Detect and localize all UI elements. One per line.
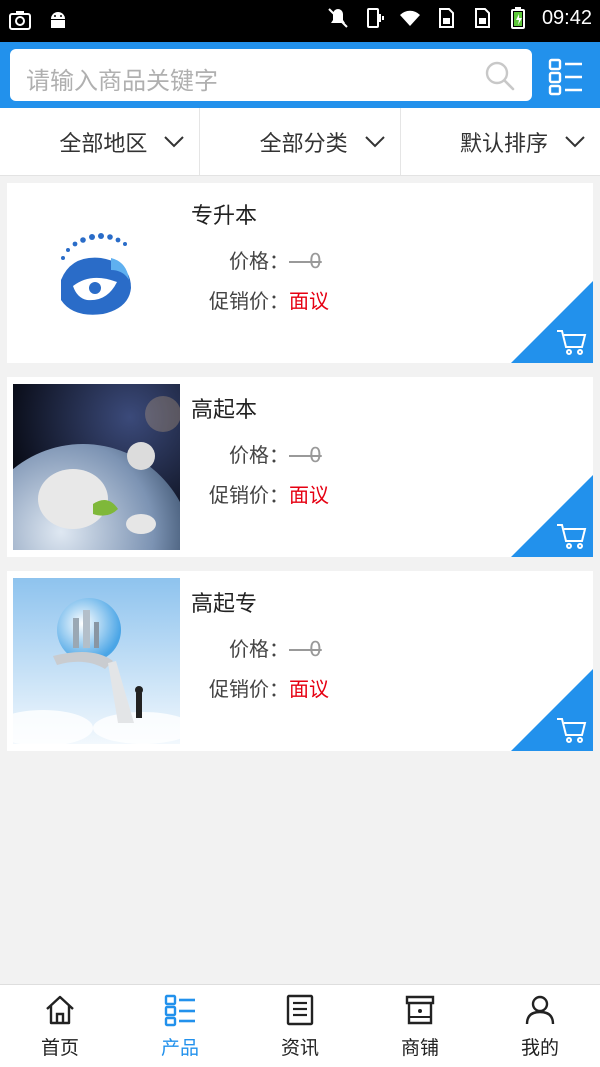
filter-category[interactable]: 全部分类 xyxy=(200,108,401,175)
product-image xyxy=(13,384,180,550)
android-icon xyxy=(51,12,65,28)
chevron-down-icon xyxy=(565,135,585,147)
price-label: 价格： xyxy=(229,443,289,467)
price-value: —0 xyxy=(289,637,322,661)
top-bar: 请输入商品关键字 xyxy=(0,42,600,108)
news-icon xyxy=(286,994,314,1026)
category-menu-icon[interactable] xyxy=(546,56,586,96)
price-value: —0 xyxy=(289,443,322,467)
sim1-icon xyxy=(438,8,454,28)
user-icon xyxy=(525,995,555,1025)
nav-label: 我的 xyxy=(520,1037,559,1059)
nav-profile[interactable]: 我的 xyxy=(480,985,600,1067)
nav-label: 资讯 xyxy=(280,1037,319,1059)
product-promo-price: 促销价：面议 xyxy=(209,285,329,314)
product-list-icon xyxy=(164,994,195,1027)
product-price: 价格：—0 xyxy=(229,633,322,662)
product-title: 专升本 xyxy=(191,204,258,229)
price-label: 价格： xyxy=(229,637,289,661)
sim2-icon xyxy=(474,8,490,28)
nav-news[interactable]: 资讯 xyxy=(240,985,360,1067)
filter-label: 默认排序 xyxy=(459,131,548,157)
nav-label: 首页 xyxy=(40,1037,79,1059)
product-logo-image xyxy=(13,190,180,356)
product-price: 价格：—0 xyxy=(229,245,322,274)
clock: 09:42 xyxy=(541,6,592,29)
product-title: 高起专 xyxy=(191,592,258,617)
price-label: 价格： xyxy=(229,249,289,273)
add-to-cart-button[interactable] xyxy=(511,475,593,557)
filter-label: 全部地区 xyxy=(59,131,148,157)
promo-label: 促销价： xyxy=(209,483,289,507)
chevron-down-icon xyxy=(364,135,385,147)
nav-home[interactable]: 首页 xyxy=(0,985,120,1067)
filter-sort[interactable]: 默认排序 xyxy=(401,108,600,175)
filter-label: 全部分类 xyxy=(259,131,348,157)
chevron-down-icon xyxy=(164,135,185,147)
nav-shop[interactable]: 商铺 xyxy=(360,985,480,1067)
price-value: —0 xyxy=(289,249,322,273)
search-bar[interactable]: 请输入商品关键字 xyxy=(10,49,532,101)
product-list: 专升本 价格：—0 促销价：面议 高起本 价格：—0 促销价：面议 高起专 价格… xyxy=(7,183,593,765)
product-image xyxy=(13,578,180,744)
home-icon xyxy=(46,995,74,1025)
filter-region[interactable]: 全部地区 xyxy=(0,108,201,175)
product-promo-price: 促销价：面议 xyxy=(209,479,329,508)
product-title: 高起本 xyxy=(191,398,258,423)
status-bar: 09:42 xyxy=(0,0,600,42)
product-card[interactable]: 专升本 价格：—0 促销价：面议 xyxy=(7,183,593,363)
promo-label: 促销价： xyxy=(209,677,289,701)
product-promo-price: 促销价：面议 xyxy=(209,673,329,702)
add-to-cart-button[interactable] xyxy=(511,669,593,751)
filter-bar: 全部地区 全部分类 默认排序 xyxy=(0,108,600,176)
nav-products[interactable]: 产品 xyxy=(120,985,240,1067)
product-price: 价格：—0 xyxy=(229,439,322,468)
search-placeholder: 请输入商品关键字 xyxy=(26,67,218,95)
nav-label: 商铺 xyxy=(400,1037,439,1059)
search-icon[interactable] xyxy=(484,60,516,92)
bottom-nav: 首页 产品 资讯 商铺 我的 xyxy=(0,984,600,1067)
promo-value: 面议 xyxy=(289,483,329,507)
nav-label: 产品 xyxy=(160,1037,199,1059)
shop-icon xyxy=(405,995,435,1025)
battery-charging-icon xyxy=(510,7,525,29)
mute-icon xyxy=(328,8,348,28)
product-card[interactable]: 高起专 价格：—0 促销价：面议 xyxy=(7,571,593,751)
product-card[interactable]: 高起本 价格：—0 促销价：面议 xyxy=(7,377,593,557)
promo-value: 面议 xyxy=(289,677,329,701)
promo-value: 面议 xyxy=(289,289,329,313)
wifi-icon xyxy=(399,10,420,26)
promo-label: 促销价： xyxy=(209,289,289,313)
screenshot-icon xyxy=(9,11,31,30)
add-to-cart-button[interactable] xyxy=(511,281,593,363)
vibrate-icon xyxy=(366,8,384,28)
